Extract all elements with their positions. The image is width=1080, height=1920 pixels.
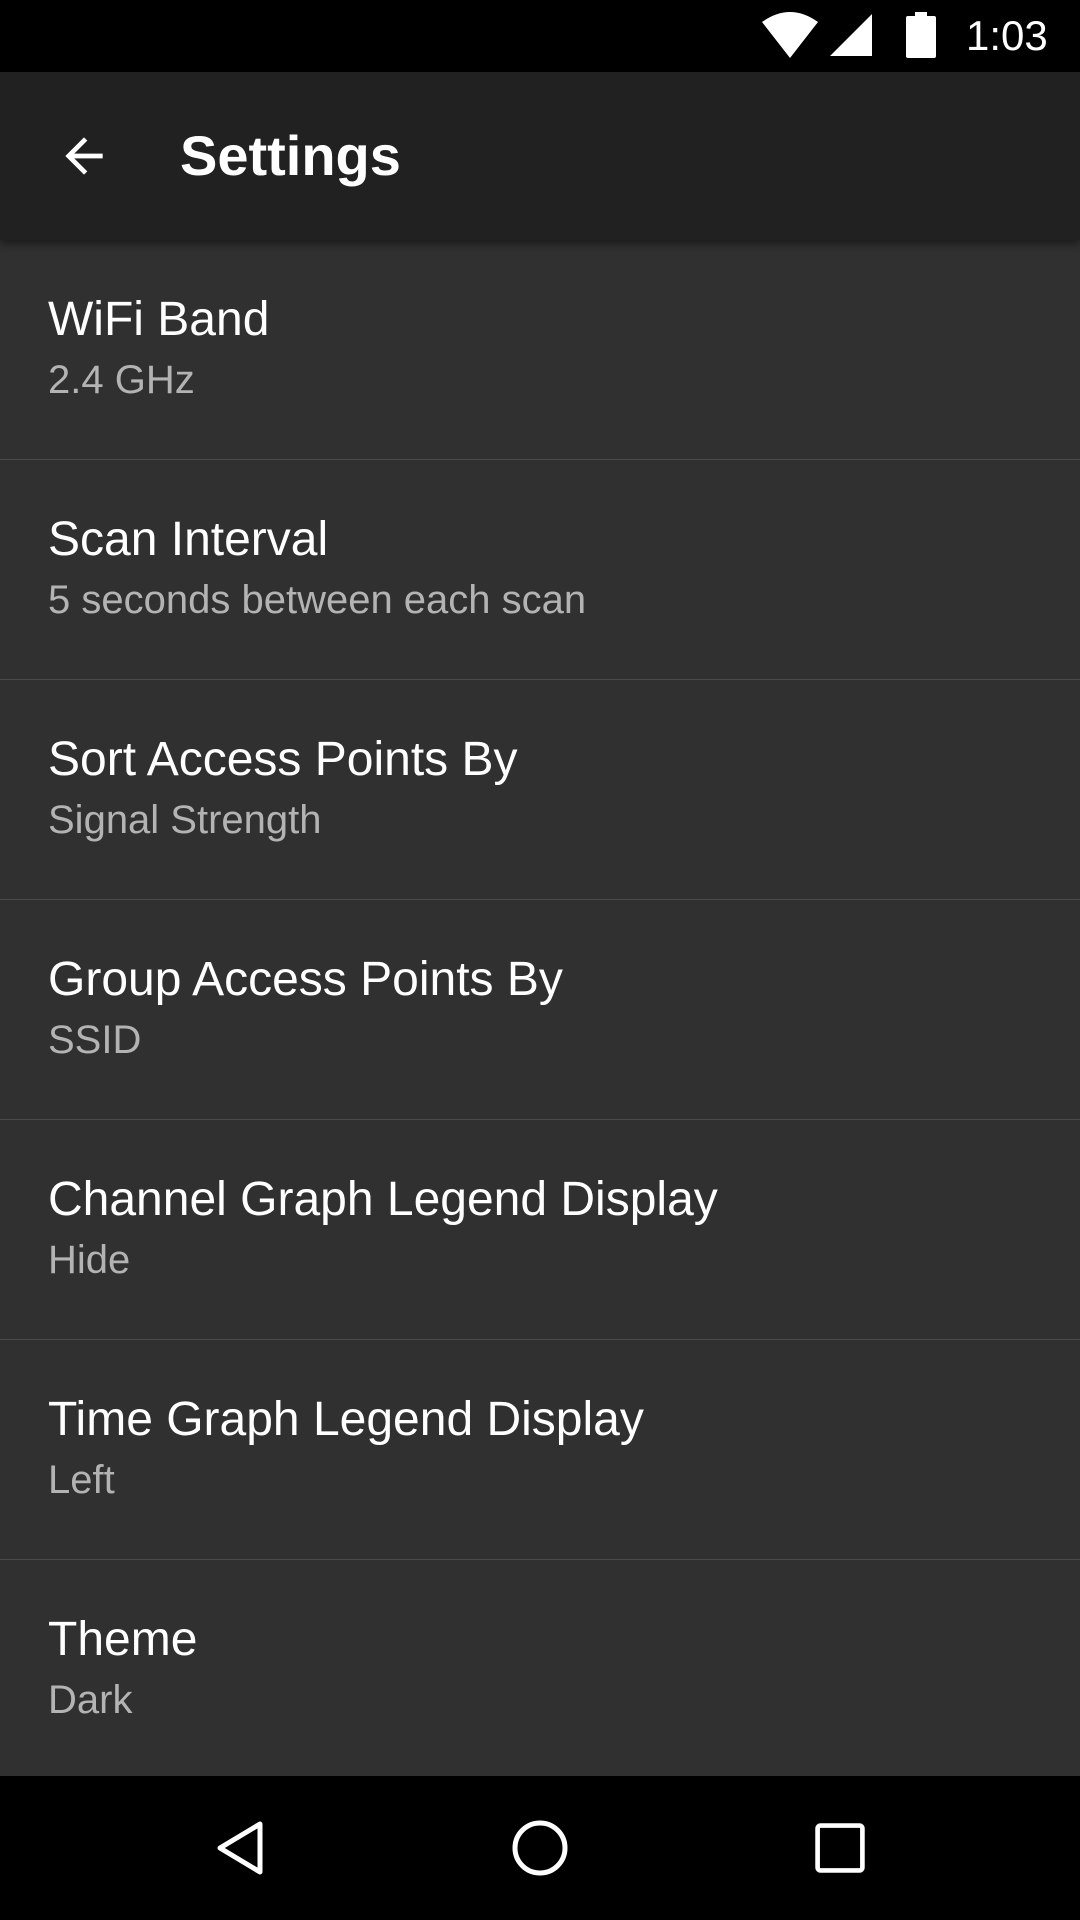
setting-title: Channel Graph Legend Display xyxy=(48,1173,718,1226)
settings-list: WiFi Band 2.4 GHz Scan Interval 5 second… xyxy=(0,240,1080,1776)
nav-back-button[interactable] xyxy=(190,1798,290,1898)
back-button[interactable] xyxy=(36,108,132,204)
nav-back-icon xyxy=(217,1821,263,1875)
settings-screen: 1:03 Settings WiFi Band 2.4 GHz Scan Int… xyxy=(0,0,1080,1920)
arrow-back-icon xyxy=(65,137,103,175)
setting-sort-access-points[interactable]: Sort Access Points By Signal Strength xyxy=(0,680,1080,900)
app-bar: Settings xyxy=(0,72,1080,240)
setting-summary: Hide xyxy=(48,1238,131,1282)
setting-theme[interactable]: Theme Dark xyxy=(0,1560,1080,1776)
status-time: 1:03 xyxy=(966,12,1048,59)
setting-summary: 2.4 GHz xyxy=(48,358,195,402)
nav-recents-button[interactable] xyxy=(790,1798,890,1898)
setting-group-access-points[interactable]: Group Access Points By SSID xyxy=(0,900,1080,1120)
nav-home-button[interactable] xyxy=(490,1798,590,1898)
setting-title: Group Access Points By xyxy=(48,953,563,1006)
setting-title: WiFi Band xyxy=(48,293,270,346)
navigation-bar xyxy=(0,1776,1080,1920)
setting-scan-interval[interactable]: Scan Interval 5 seconds between each sca… xyxy=(0,460,1080,680)
setting-channel-graph-legend[interactable]: Channel Graph Legend Display Hide xyxy=(0,1120,1080,1340)
setting-summary: Left xyxy=(48,1458,115,1502)
page-title: Settings xyxy=(180,124,401,187)
setting-time-graph-legend[interactable]: Time Graph Legend Display Left xyxy=(0,1340,1080,1560)
setting-wifi-band[interactable]: WiFi Band 2.4 GHz xyxy=(0,240,1080,460)
setting-title: Time Graph Legend Display xyxy=(48,1393,644,1446)
nav-home-icon xyxy=(512,1820,568,1876)
setting-summary: 5 seconds between each scan xyxy=(48,578,587,622)
status-bar: 1:03 xyxy=(0,0,1080,72)
setting-summary: Dark xyxy=(48,1678,133,1722)
nav-recents-icon xyxy=(815,1823,865,1873)
wifi-icon xyxy=(762,12,818,58)
setting-title: Theme xyxy=(48,1613,198,1666)
setting-summary: Signal Strength xyxy=(48,798,322,842)
setting-summary: SSID xyxy=(48,1018,142,1062)
cell-signal-icon xyxy=(830,14,872,56)
setting-title: Sort Access Points By xyxy=(48,733,518,786)
battery-icon xyxy=(906,12,936,58)
setting-title: Scan Interval xyxy=(48,513,329,566)
